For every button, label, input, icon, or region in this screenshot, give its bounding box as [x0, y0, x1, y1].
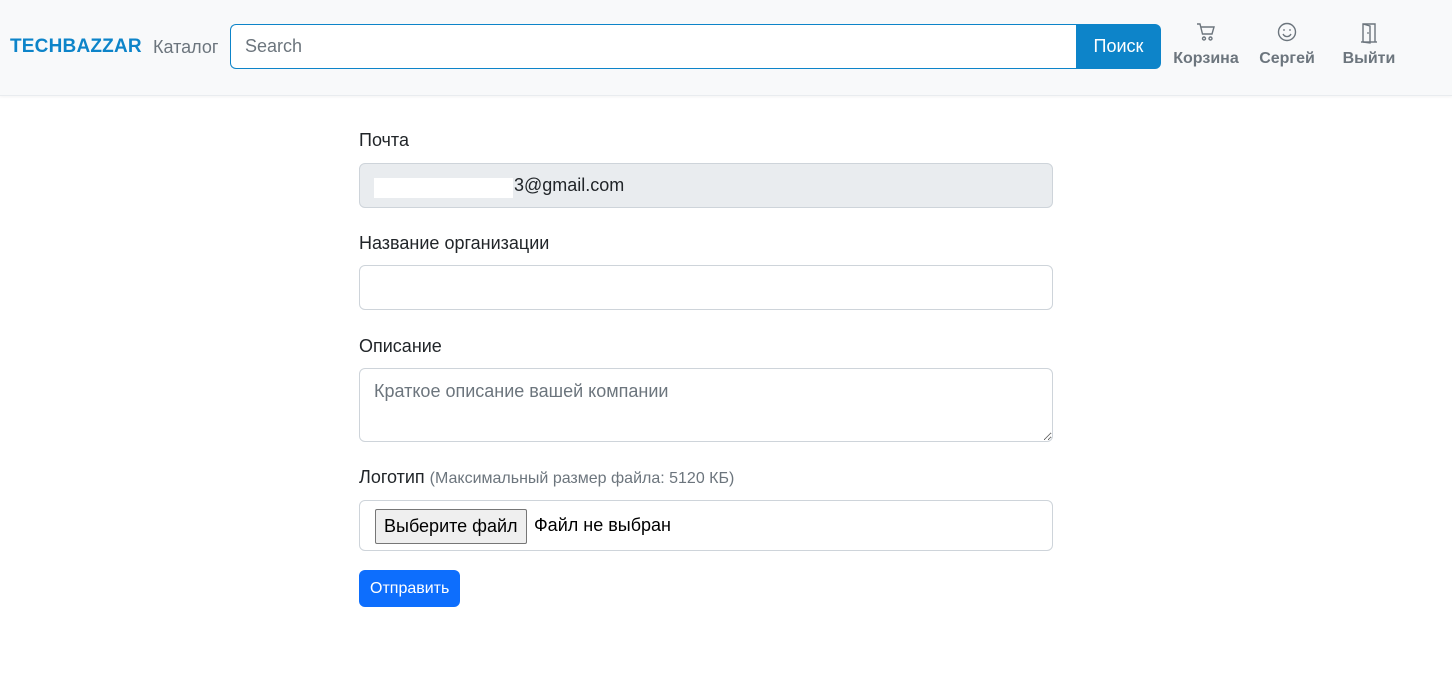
door-icon — [1329, 22, 1409, 44]
organization-input[interactable] — [359, 265, 1053, 310]
cart-icon — [1166, 22, 1246, 44]
logo-size-hint: (Максимальный размер файла: 5120 КБ) — [429, 470, 735, 487]
nav-logout[interactable]: Выйти — [1329, 22, 1409, 68]
logo-label-row: Логотип (Максимальный размер файла: 5120… — [359, 467, 734, 488]
search-form: Поиск — [230, 24, 1161, 69]
file-status: Файл не выбран — [534, 515, 671, 535]
email-redaction — [374, 178, 513, 198]
logo-file-input[interactable]: Выберите файл Файл не выбран — [359, 500, 1053, 551]
description-textarea[interactable] — [359, 368, 1053, 442]
logo-label: Логотип — [359, 467, 425, 487]
nav-logout-label: Выйти — [1342, 50, 1396, 67]
description-label: Описание — [359, 336, 442, 356]
search-button[interactable]: Поиск — [1076, 24, 1161, 69]
email-label: Почта — [359, 130, 409, 150]
choose-file-button[interactable]: Выберите файл — [375, 509, 527, 544]
email-value: 3@gmail.com — [514, 175, 625, 195]
smiley-icon — [1247, 22, 1327, 44]
email-field: 3@gmail.com — [359, 163, 1053, 208]
catalog-link[interactable]: Каталог — [153, 37, 218, 58]
nav-cart[interactable]: Корзина — [1166, 22, 1246, 68]
navbar: TECHBAZZAR Каталог Поиск Корзина Сергей — [0, 0, 1452, 96]
brand-logo[interactable]: TECHBAZZAR — [10, 36, 142, 58]
nav-user[interactable]: Сергей — [1247, 22, 1327, 68]
search-input[interactable] — [230, 24, 1078, 69]
nav-cart-label: Корзина — [1173, 50, 1239, 67]
organization-label: Название организации — [359, 233, 550, 253]
nav-user-label: Сергей — [1259, 50, 1315, 67]
submit-button[interactable]: Отправить — [359, 570, 461, 607]
